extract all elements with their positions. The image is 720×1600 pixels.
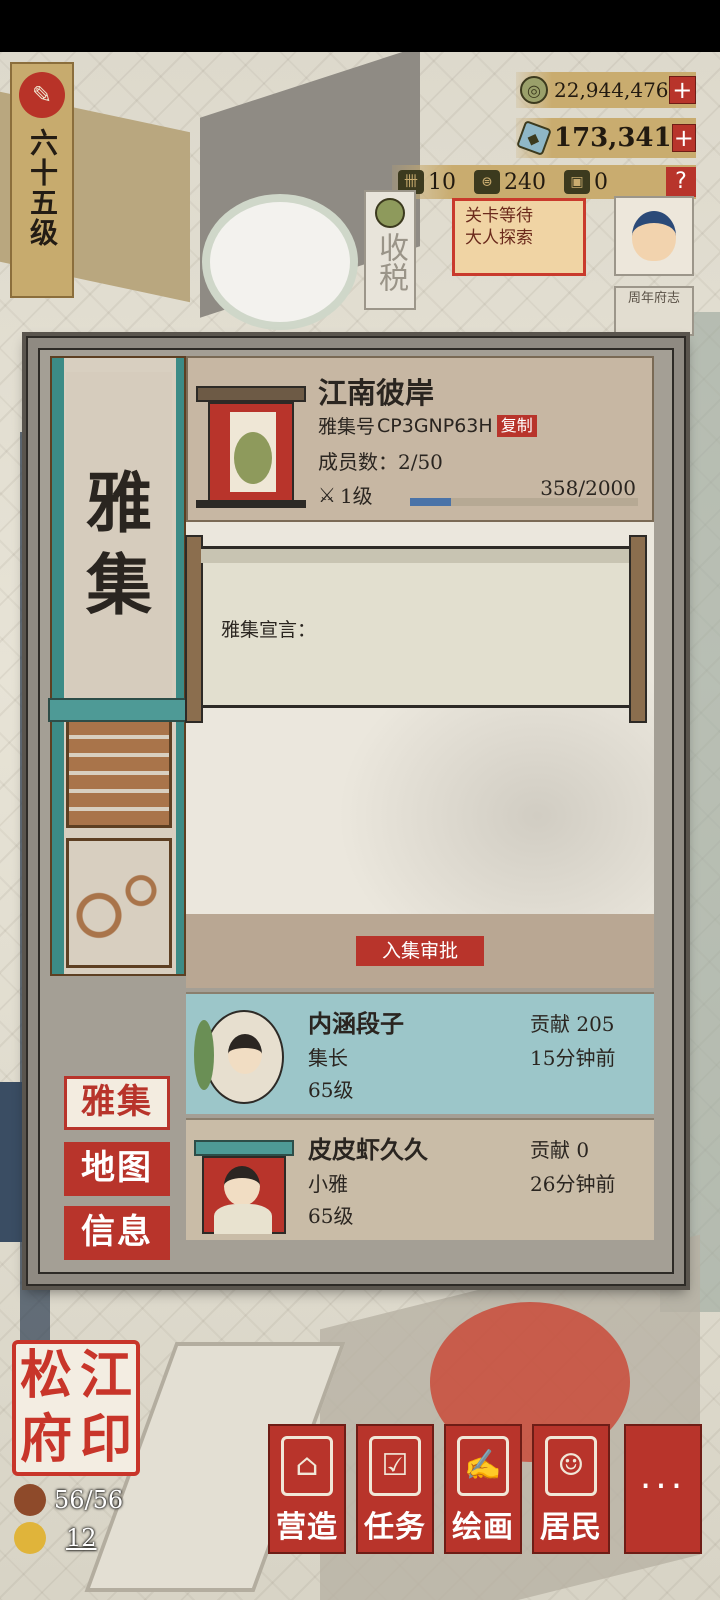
member-last-seen: 15分钟前 [530, 1046, 616, 1070]
guild-id-label: 雅集号 [318, 416, 376, 438]
level-text: 六十五级 [26, 128, 59, 248]
painting-label: 绘画 [452, 1510, 514, 1545]
gem-icon: ◆ [516, 120, 552, 156]
city-seal[interactable]: 松 江 府 印 [12, 1340, 140, 1476]
side-header: 雅集 [48, 356, 188, 976]
brush-icon: ✎ [19, 72, 65, 118]
member-row[interactable]: 内涵段子 集长 65级 贡献 205 15分钟前 [186, 992, 654, 1114]
guild-info-card: 江南彼岸 雅集号 CP3GNP63H 复制 成员数：2/50 ⚔ 1级 358/… [186, 356, 654, 522]
gourd-gate-decoration [66, 708, 172, 828]
build-label: 营造 [276, 1510, 338, 1545]
guild-id-row: 雅集号 CP3GNP63H 复制 [318, 412, 537, 439]
task-button[interactable]: ☑ 任务 [356, 1424, 434, 1554]
build-button[interactable]: ⌂ 营造 [268, 1424, 346, 1554]
grain-pot-icon: ⊜ [474, 170, 500, 194]
member-contribution: 贡献 205 [530, 1012, 615, 1036]
member-avatar [194, 1126, 294, 1234]
scroll-icon: ✍ [457, 1436, 509, 1496]
population-stat: 56/56 [14, 1484, 123, 1516]
task-label: 任务 [364, 1510, 426, 1545]
map-tree [210, 202, 350, 322]
seal-char: 江 [79, 1345, 132, 1406]
tab-yaji[interactable]: 雅集 [64, 1076, 170, 1130]
level-banner[interactable]: ✎ 六十五级 [10, 62, 74, 298]
guild-exp-fill [410, 498, 451, 506]
guild-emblem-icon [196, 372, 306, 512]
side-column: 雅集 雅集 地图 信息 [48, 356, 188, 1264]
tab-map[interactable]: 地图 [64, 1142, 170, 1196]
happiness-value: 12 [66, 1524, 97, 1552]
seal-char: 府 [19, 1409, 72, 1470]
copy-id-button[interactable]: 复制 [496, 414, 537, 437]
status-bar [0, 0, 720, 52]
residents-button[interactable]: ☺ 居民 [532, 1424, 610, 1554]
item-counter-3: ▣ 0 [564, 170, 620, 195]
join-approval-button[interactable]: 入集审批 [356, 936, 484, 966]
member-level: 65级 [308, 1078, 354, 1102]
guild-level: 1级 [339, 484, 373, 508]
add-gems-button[interactable]: + [671, 124, 696, 152]
collect-tax-sign[interactable]: 收税 [364, 190, 416, 310]
scroll-band [201, 549, 631, 563]
annals-button[interactable]: 周年府志 [614, 286, 694, 336]
task-book-icon: ☑ [369, 1436, 421, 1496]
side-title-box: 雅集 [66, 372, 172, 702]
side-title: 雅集 [86, 464, 152, 624]
add-coins-button[interactable]: + [668, 76, 696, 104]
quest-line-2: 大人探索 [465, 228, 533, 248]
member-level: 65级 [308, 1204, 354, 1228]
seal-char: 印 [79, 1409, 132, 1470]
guild-level-row: ⚔ 1级 [318, 480, 373, 509]
more-dots-icon: ··· [639, 1466, 687, 1507]
resident-icon: ☺ [545, 1436, 597, 1496]
guild-name: 江南彼岸 [318, 376, 435, 410]
member-contribution: 贡献 0 [530, 1138, 590, 1162]
coin-counter: ◎ 22,944,476 + [516, 72, 696, 108]
item-1-value: 10 [428, 169, 456, 195]
tax-label: 收税 [373, 232, 408, 292]
quest-line-1: 关卡等待 [465, 206, 533, 226]
item-3-value: 0 [594, 169, 608, 195]
official-avatar[interactable] [614, 196, 694, 276]
coin-icon [375, 198, 405, 228]
seal-char: 松 [19, 1345, 72, 1406]
item-2-value: 240 [504, 169, 546, 195]
guild-panel: 雅集 雅集 地图 信息 江南彼岸 雅集号 CP3GNP63H 复制 成员数：2/… [26, 336, 686, 1286]
residents-label: 居民 [540, 1510, 602, 1545]
member-role: 小雅 [308, 1172, 348, 1196]
official-face-icon [632, 211, 676, 261]
member-role: 集长 [308, 1046, 348, 1070]
gem-counter: ◆ 173,341 + [516, 118, 696, 158]
member-row[interactable]: 皮皮虾久久 小雅 65级 贡献 0 26分钟前 [186, 1118, 654, 1240]
approval-bar: 入集审批 [186, 914, 654, 988]
member-name: 内涵段子 [308, 1009, 404, 1038]
more-button[interactable]: ··· [624, 1424, 702, 1554]
guild-id-value: CP3GNP63H [377, 414, 493, 437]
member-last-seen: 26分钟前 [530, 1172, 616, 1196]
smiley-icon [14, 1522, 46, 1554]
tab-info[interactable]: 信息 [64, 1206, 170, 1260]
crossed-swords-icon: ⚔ [318, 482, 336, 507]
member-avatar [194, 1000, 294, 1108]
help-button[interactable]: ? [666, 167, 696, 197]
guild-exp-text: 358/2000 [540, 476, 636, 500]
gem-value: 173,341 [554, 123, 672, 153]
roof-decoration [48, 698, 188, 722]
quest-sign[interactable]: 关卡等待 大人探索 [452, 198, 586, 276]
painting-button[interactable]: ✍ 绘画 [444, 1424, 522, 1554]
house-icon: ⌂ [281, 1436, 333, 1496]
coin-icon: ◎ [520, 76, 548, 104]
coin-value: 22,944,476 [554, 78, 669, 102]
manifesto-scroll[interactable]: 雅集宣言： [185, 535, 647, 723]
population-icon [14, 1484, 46, 1516]
guild-member-count: 成员数：2/50 [318, 450, 443, 474]
item-counters: 卌 10 ⊜ 240 ▣ 0 ? [392, 165, 696, 199]
pattern-decoration [66, 838, 172, 968]
happiness-stat: 12 [14, 1522, 97, 1554]
member-name: 皮皮虾久久 [308, 1135, 428, 1164]
population-value: 56/56 [54, 1486, 124, 1514]
manifesto-label: 雅集宣言： [221, 619, 317, 641]
ticket-icon: ▣ [564, 170, 590, 194]
item-counter-2: ⊜ 240 [474, 170, 558, 195]
